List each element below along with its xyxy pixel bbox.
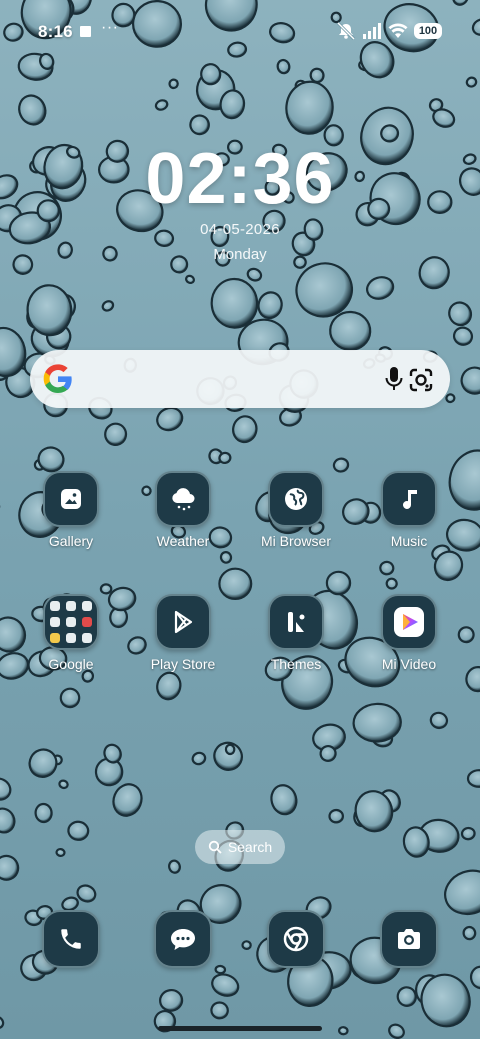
music-note-icon <box>381 471 437 527</box>
raindrop <box>457 626 475 644</box>
raindrop <box>328 808 344 824</box>
camera-icon[interactable] <box>380 910 438 968</box>
raindrop <box>329 310 372 351</box>
app-label: Mi Browser <box>260 533 331 549</box>
app-search-label: Search <box>227 839 273 855</box>
app-play-store[interactable]: Play Store <box>135 594 231 672</box>
app-gallery[interactable]: Gallery <box>23 471 119 549</box>
raindrop <box>214 964 227 975</box>
raindrop <box>99 583 113 595</box>
raindrop <box>241 940 252 951</box>
app-label: Gallery <box>48 533 94 549</box>
image-icon <box>43 471 99 527</box>
raindrop <box>224 743 236 756</box>
raindrop <box>352 702 402 743</box>
battery-icon: 100 <box>414 23 442 39</box>
chrome-icon[interactable] <box>267 910 325 968</box>
messages-icon[interactable] <box>154 910 212 968</box>
wifi-icon <box>388 23 408 38</box>
dnd-bell-off-icon <box>336 22 356 40</box>
raindrop <box>168 78 179 90</box>
google-lens-icon[interactable] <box>408 367 434 393</box>
raindrop <box>338 1026 349 1036</box>
google-search-widget[interactable] <box>30 350 450 408</box>
status-time: 8:16 <box>38 22 73 41</box>
app-label: Weather <box>156 533 210 549</box>
app-search-button[interactable]: Search <box>195 830 285 864</box>
google-logo-icon <box>43 364 72 393</box>
raindrop <box>379 560 395 576</box>
status-icons: 100 <box>336 22 442 40</box>
play-store-icon <box>155 594 211 650</box>
app-label: Mi Video <box>381 656 437 672</box>
app-label: Music <box>390 533 428 549</box>
raindrop <box>460 826 476 841</box>
gesture-home-bar[interactable] <box>158 1026 322 1031</box>
cloud-snow-icon <box>155 471 211 527</box>
app-label: Themes <box>270 656 322 672</box>
microphone-icon[interactable] <box>382 366 406 392</box>
folder-icon <box>43 594 99 650</box>
globe-icon <box>268 471 324 527</box>
app-mi-browser[interactable]: Mi Browser <box>248 471 344 549</box>
app-music[interactable]: Music <box>361 471 457 549</box>
notification-square-icon <box>80 26 91 37</box>
raindrop <box>34 802 53 824</box>
clock-day: Monday <box>213 246 267 263</box>
themes-icon <box>268 594 324 650</box>
raindrop <box>55 847 66 858</box>
app-mi-video[interactable]: Mi Video <box>361 594 457 672</box>
app-label: Google <box>48 656 94 672</box>
signal-icon <box>363 23 381 39</box>
search-icon <box>208 840 222 854</box>
raindrop <box>325 570 352 596</box>
app-themes[interactable]: Themes <box>248 594 344 672</box>
app-label: Play Store <box>150 656 216 672</box>
app-folder-google[interactable]: Google <box>23 594 119 672</box>
more-notifications-dots: ··· <box>101 19 119 36</box>
lockscreen-clock: 02:36 <box>145 139 335 219</box>
video-play-icon <box>381 594 437 650</box>
clock-date: 04-05-2026 <box>200 221 280 238</box>
phone-icon[interactable] <box>42 910 100 968</box>
app-weather[interactable]: Weather <box>135 471 231 549</box>
status-bar: 8:16 ··· 100 <box>0 0 480 64</box>
raindrop <box>445 393 456 404</box>
raindrop <box>200 63 222 86</box>
